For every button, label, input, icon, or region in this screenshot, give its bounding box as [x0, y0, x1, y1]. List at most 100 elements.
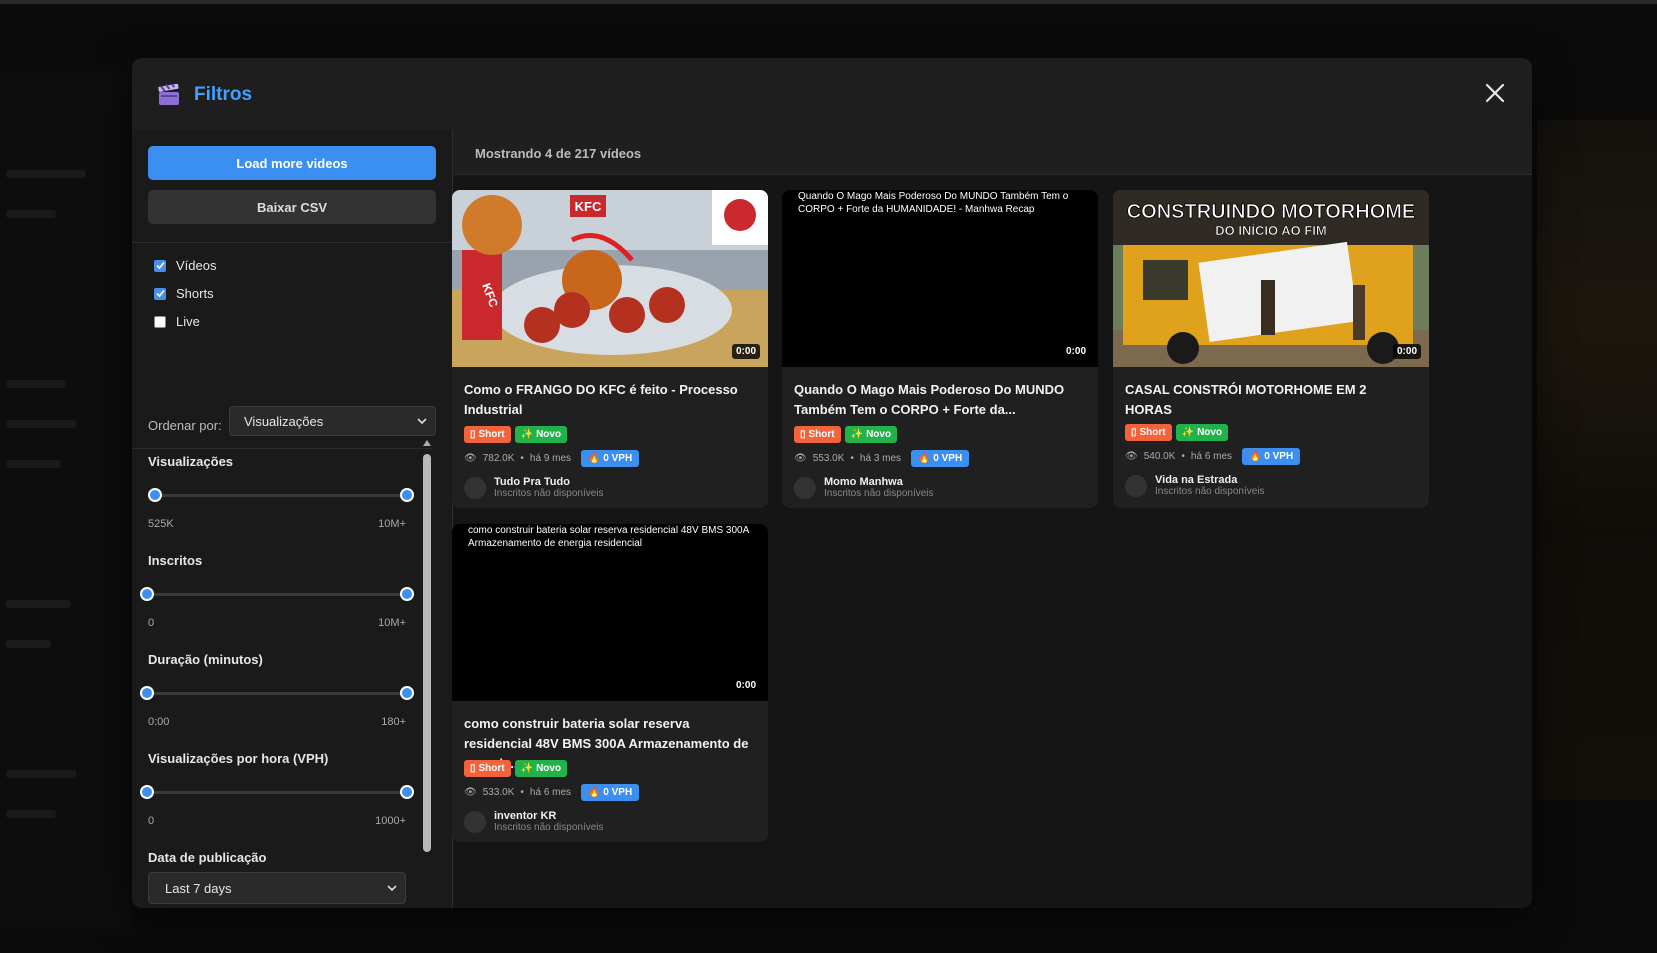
filter-title-date: Data de publicação — [148, 850, 267, 865]
eye-icon: 👁 — [464, 453, 477, 464]
new-badge: ✨ Novo — [514, 760, 568, 777]
channel-info[interactable]: Momo Manhwa Inscritos não disponíveis — [794, 476, 934, 499]
short-badge: ▯ Short — [464, 426, 511, 443]
filter-title-vph: Visualizações por hora (VPH) — [148, 751, 329, 766]
checkbox-label: Live — [176, 314, 200, 329]
channel-subscribers: Inscritos não disponíveis — [1155, 486, 1265, 497]
slider-max-handle[interactable] — [400, 488, 414, 502]
download-csv-button[interactable]: Baixar CSV — [148, 190, 436, 224]
video-card[interactable]: como construir bateria solar reserva res… — [452, 524, 768, 842]
channel-avatar[interactable] — [1125, 474, 1147, 497]
short-icon: ▯ — [470, 429, 476, 440]
checkbox-checked-icon[interactable] — [154, 287, 166, 300]
browser-top-bar — [0, 0, 1657, 4]
video-card[interactable]: KFC KFC 0:00 Como o FRANGO DO KFC é feit… — [452, 190, 768, 508]
range-min-label: 0:00 — [148, 716, 170, 728]
slider-max-handle[interactable] — [400, 785, 414, 799]
video-badges: ▯ Short ✨ Novo — [464, 426, 568, 443]
filter-title-subscribers: Inscritos — [148, 553, 203, 568]
channel-info[interactable]: Vida na Estrada Inscritos não disponívei… — [1125, 474, 1265, 497]
video-stats: 👁 533.0K • há 6 mes 🔥 0 VPH — [464, 784, 640, 801]
checkbox-videos[interactable]: Vídeos — [154, 258, 216, 273]
flame-icon: 🔥 — [588, 453, 601, 464]
results-count: Mostrando 4 de 217 vídeos — [475, 146, 642, 161]
vph-range-slider[interactable] — [140, 785, 414, 799]
channel-avatar[interactable] — [464, 476, 486, 499]
range-filters: Visualizações 525K 10M+ Inscritos 0 10M+… — [132, 450, 432, 908]
close-icon[interactable] — [1482, 80, 1508, 106]
sparkle-icon: ✨ — [520, 763, 534, 774]
thumbnail-alt-text: Quando O Mago Mais Poderoso Do MUNDO Tam… — [798, 191, 1069, 215]
video-age: há 9 mes — [529, 453, 572, 464]
video-thumbnail[interactable]: Quando O Mago Mais Poderoso Do MUNDO Tam… — [782, 190, 1098, 367]
duration-range-slider[interactable] — [140, 686, 414, 700]
slider-min-handle[interactable] — [140, 785, 154, 799]
range-max-label: 1000+ — [375, 815, 406, 827]
video-stats: 👁 553.0K • há 3 mes 🔥 0 VPH — [794, 450, 970, 467]
view-count: 553.0K — [812, 453, 845, 464]
video-thumbnail[interactable]: como construir bateria solar reserva res… — [452, 524, 768, 701]
channel-name[interactable]: Vida na Estrada — [1155, 474, 1265, 486]
slider-max-handle[interactable] — [400, 686, 414, 700]
slider-min-handle[interactable] — [140, 587, 154, 601]
checkbox-live[interactable]: Live — [154, 314, 200, 329]
video-title[interactable]: Quando O Mago Mais Poderoso Do MUNDO Tam… — [794, 380, 1086, 420]
date-select[interactable]: Last 7 days — [148, 872, 406, 904]
video-card[interactable]: Quando O Mago Mais Poderoso Do MUNDO Tam… — [782, 190, 1098, 508]
background-content — [1537, 120, 1657, 800]
slider-min-handle[interactable] — [140, 686, 154, 700]
vph-badge: 🔥 0 VPH — [581, 450, 640, 467]
channel-name[interactable]: Tudo Pra Tudo — [494, 476, 604, 488]
thumbnail-alt-text: como construir bateria solar reserva res… — [468, 525, 749, 549]
slider-max-handle[interactable] — [400, 587, 414, 601]
subscribers-range-slider[interactable] — [140, 587, 414, 601]
view-count: 540.0K — [1143, 451, 1176, 462]
sidebar-scrollbar[interactable] — [422, 440, 432, 908]
channel-name[interactable]: Momo Manhwa — [824, 476, 934, 488]
vph-badge: 🔥 0 VPH — [911, 450, 970, 467]
checkbox-unchecked-icon[interactable] — [154, 315, 166, 328]
scroll-up-arrow-icon[interactable] — [423, 440, 431, 446]
video-thumbnail[interactable]: CONSTRUINDO MOTORHOME DO INÍCIO AO FIM 0… — [1113, 190, 1429, 367]
slider-min-handle[interactable] — [148, 488, 162, 502]
load-more-button[interactable]: Load more videos — [148, 146, 436, 180]
results-panel: Mostrando 4 de 217 vídeos KFC KFC 0:00 C… — [452, 130, 1532, 908]
short-badge: ▯ Short — [794, 426, 841, 443]
video-title[interactable]: CASAL CONSTRÓI MOTORHOME EM 2 HORAS — [1125, 380, 1417, 420]
thumbnail-headline: CONSTRUINDO MOTORHOME — [1127, 201, 1416, 223]
channel-info[interactable]: Tudo Pra Tudo Inscritos não disponíveis — [464, 476, 604, 499]
video-card[interactable]: CONSTRUINDO MOTORHOME DO INÍCIO AO FIM 0… — [1113, 190, 1429, 508]
channel-avatar[interactable] — [464, 810, 486, 833]
results-header: Mostrando 4 de 217 vídeos — [453, 130, 1532, 175]
filters-modal: Filtros Load more videos Baixar CSV Víde… — [132, 58, 1532, 908]
checkbox-label: Vídeos — [176, 258, 217, 273]
channel-subscribers: Inscritos não disponíveis — [824, 488, 934, 499]
checkbox-checked-icon[interactable] — [154, 259, 166, 272]
kfc-logo-text: KFC — [575, 199, 602, 214]
video-age: há 6 mes — [529, 787, 572, 798]
chevron-down-icon — [417, 418, 427, 425]
checkbox-shorts[interactable]: Shorts — [154, 286, 214, 301]
short-icon: ▯ — [1131, 427, 1137, 438]
background-sidebar — [0, 70, 130, 930]
channel-name[interactable]: inventor KR — [494, 810, 604, 822]
range-max-label: 10M+ — [378, 617, 406, 629]
video-stats: 👁 782.0K • há 9 mes 🔥 0 VPH — [464, 450, 640, 467]
video-thumbnail[interactable]: KFC KFC 0:00 — [452, 190, 768, 367]
range-min-label: 0 — [148, 617, 155, 629]
scroll-thumb[interactable] — [423, 454, 431, 852]
video-duration: 0:00 — [731, 678, 760, 693]
modal-title: Filtros — [194, 84, 253, 105]
order-by-select[interactable]: Visualizações — [229, 406, 436, 436]
channel-avatar[interactable] — [794, 476, 816, 499]
short-badge: ▯ Short — [1125, 424, 1172, 441]
order-by-label: Ordenar por: — [148, 418, 222, 433]
short-icon: ▯ — [800, 429, 806, 440]
chevron-down-icon — [387, 885, 397, 892]
video-title[interactable]: Como o FRANGO DO KFC é feito - Processo … — [464, 380, 756, 420]
views-range-slider[interactable] — [148, 488, 414, 502]
eye-icon: 👁 — [794, 453, 807, 464]
vph-badge: 🔥 0 VPH — [581, 784, 640, 801]
channel-info[interactable]: inventor KR Inscritos não disponíveis — [464, 810, 604, 833]
range-min-label: 0 — [148, 815, 155, 827]
